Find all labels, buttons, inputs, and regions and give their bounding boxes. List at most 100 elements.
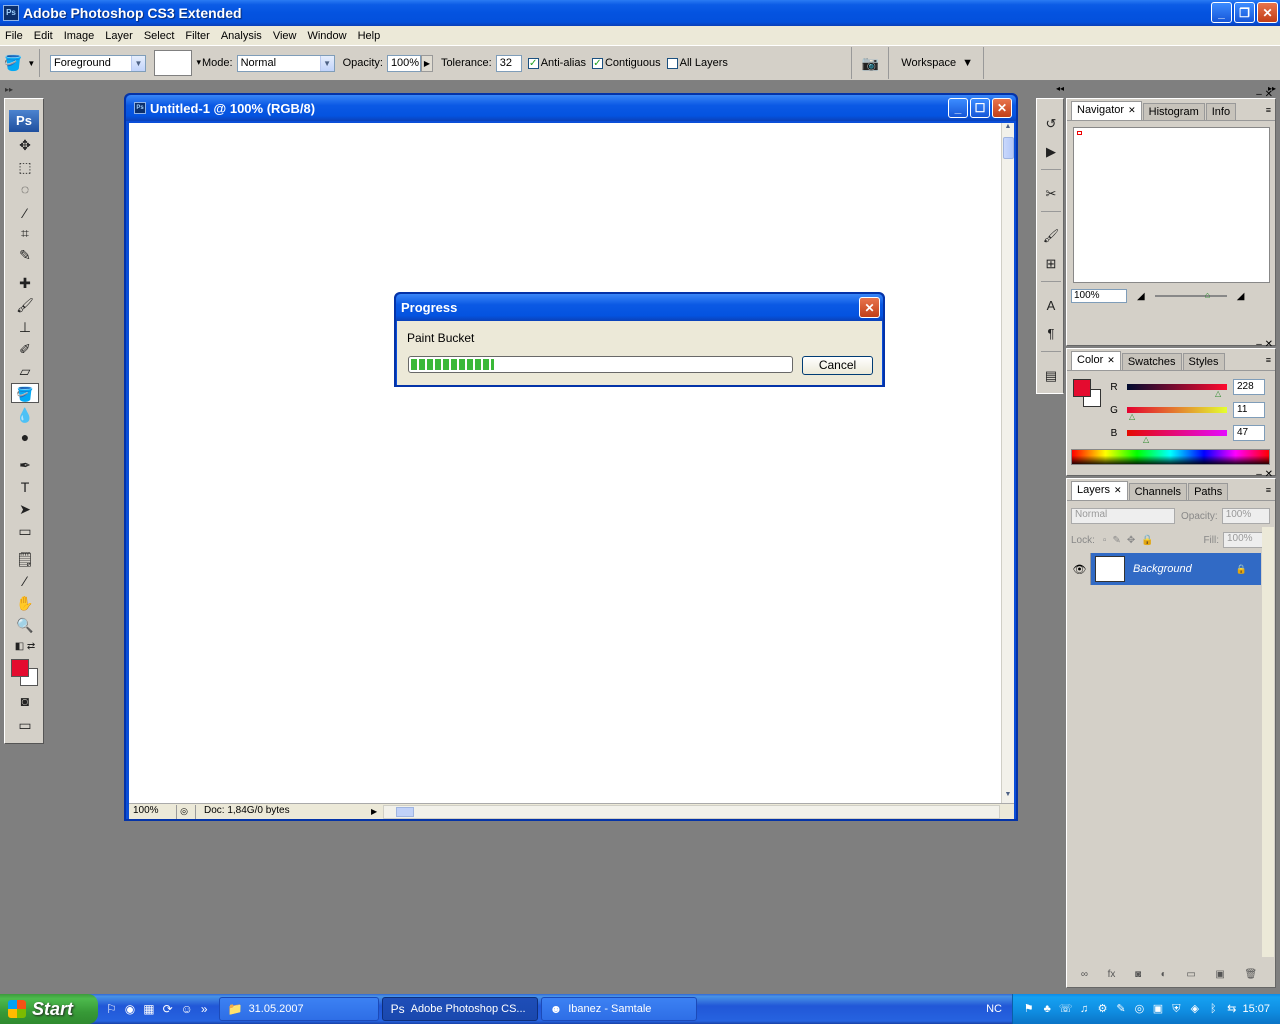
scroll-thumb[interactable] xyxy=(1003,137,1014,159)
panel-menu-icon[interactable]: ≡ xyxy=(1266,355,1271,365)
mode-select[interactable]: Normal ▼ xyxy=(236,54,335,72)
dialog-close-button[interactable]: ✕ xyxy=(859,297,880,318)
pattern-picker[interactable] xyxy=(154,50,201,76)
navigator-preview[interactable] xyxy=(1073,127,1270,283)
scroll-down-icon[interactable]: ▼ xyxy=(1002,791,1014,803)
tray-icon[interactable]: ▣ xyxy=(1150,1001,1165,1017)
slider-knob[interactable]: △ xyxy=(1143,435,1149,444)
magic-wand-tool-icon[interactable]: ⁄ xyxy=(11,203,39,223)
dock-expand-icon[interactable]: ▸▸ xyxy=(1066,84,1276,96)
document-title-bar[interactable]: Ps Untitled-1 @ 100% (RGB/8) _ ☐ ✕ xyxy=(126,95,1016,121)
network-icon[interactable]: ⇆ xyxy=(1224,1001,1239,1017)
dock-collapse-icon[interactable]: ◂◂ xyxy=(1036,84,1064,96)
notes-tool-icon[interactable]: 🗒 xyxy=(11,549,39,569)
app-shortcut-icon[interactable]: ▦ xyxy=(143,1002,154,1016)
hand-tool-icon[interactable]: ✋ xyxy=(11,593,39,613)
zoom-in-icon[interactable]: ◢ xyxy=(1237,291,1245,302)
layer-style-icon[interactable]: fx xyxy=(1108,969,1116,983)
tab-info[interactable]: Info xyxy=(1205,103,1237,120)
panel-close-icon[interactable]: – ✕ xyxy=(1256,89,1273,100)
tray-icon[interactable]: ⚑ xyxy=(1021,1001,1036,1017)
tab-paths[interactable]: Paths xyxy=(1188,483,1229,500)
dodge-tool-icon[interactable]: ● xyxy=(11,427,39,447)
panel-grip-icon[interactable]: ▸▸ xyxy=(5,85,45,97)
tray-icon[interactable]: ◈ xyxy=(1187,1001,1202,1017)
color-foreground-swatch[interactable] xyxy=(1073,379,1091,397)
chevron-right-icon[interactable]: » xyxy=(201,1002,208,1016)
eraser-tool-icon[interactable]: ▱ xyxy=(11,361,39,381)
tab-navigator[interactable]: Navigator ✕ xyxy=(1071,101,1142,120)
menu-view[interactable]: View xyxy=(268,30,303,42)
tray-icon[interactable]: ♣ xyxy=(1039,1001,1054,1017)
menu-edit[interactable]: Edit xyxy=(29,30,59,42)
task-photoshop[interactable]: Ps Adobe Photoshop CS... xyxy=(381,997,538,1021)
slider-knob[interactable]: ⌂ xyxy=(1205,290,1210,300)
view-box[interactable] xyxy=(1077,131,1082,135)
clone-source-icon[interactable]: ⊞ xyxy=(1040,253,1062,275)
task-messenger[interactable]: ☻ Ibanez - Samtale xyxy=(540,997,697,1021)
app-shortcut-icon[interactable]: ⟳ xyxy=(163,1002,173,1016)
history-panel-icon[interactable]: ↺ xyxy=(1040,113,1062,135)
foreground-color-swatch[interactable] xyxy=(11,659,29,677)
bridge-button[interactable]: 📷 xyxy=(851,47,890,79)
tab-color[interactable]: Color ✕ xyxy=(1071,351,1121,370)
lasso-tool-icon[interactable]: ◌ xyxy=(11,179,39,199)
tab-channels[interactable]: Channels xyxy=(1128,483,1188,500)
screen-mode-icon[interactable]: ▭ xyxy=(11,715,39,735)
horizontal-scrollbar[interactable] xyxy=(383,804,1000,819)
opacity-slider-toggle[interactable]: ▶ xyxy=(420,54,433,72)
cancel-button[interactable]: Cancel xyxy=(802,356,873,375)
vertical-scrollbar[interactable]: ▲ ▼ xyxy=(1001,123,1014,803)
doc-maximize-button[interactable]: ☐ xyxy=(970,98,990,118)
start-button[interactable]: Start xyxy=(0,994,98,1024)
character-panel-icon[interactable]: A xyxy=(1040,295,1062,317)
brushes-panel-icon[interactable]: 🖌 xyxy=(1040,225,1062,247)
menu-analysis[interactable]: Analysis xyxy=(216,30,268,42)
canvas[interactable] xyxy=(129,123,1001,803)
link-layers-icon[interactable]: ∞ xyxy=(1081,969,1088,983)
layers-scrollbar[interactable] xyxy=(1262,527,1274,957)
crop-tool-icon[interactable]: ⌗ xyxy=(11,223,39,243)
layer-comps-icon[interactable]: ▤ xyxy=(1040,365,1062,387)
doc-minimize-button[interactable]: _ xyxy=(948,98,968,118)
tolerance-input[interactable]: 32 xyxy=(495,54,522,72)
tray-icon[interactable]: ✎ xyxy=(1113,1001,1128,1017)
menu-help[interactable]: Help xyxy=(353,30,387,42)
brush-tool-icon[interactable]: 🖌 xyxy=(11,295,39,315)
status-menu-arrow-icon[interactable]: ▶ xyxy=(371,807,383,816)
clone-stamp-tool-icon[interactable]: ⊥ xyxy=(11,317,39,337)
tab-layers[interactable]: Layers ✕ xyxy=(1071,481,1128,500)
new-group-icon[interactable]: ▭ xyxy=(1186,969,1195,983)
close-icon[interactable]: ✕ xyxy=(1107,355,1115,365)
zoom-tool-icon[interactable]: 🔍 xyxy=(11,615,39,635)
slider-knob[interactable]: △ xyxy=(1129,412,1135,421)
green-slider[interactable]: △ xyxy=(1127,407,1227,421)
blend-mode-select[interactable]: Normal xyxy=(1071,508,1175,524)
restore-button[interactable]: ❐ xyxy=(1234,2,1255,23)
type-tool-icon[interactable]: T xyxy=(11,477,39,497)
tool-presets-icon[interactable]: ✂ xyxy=(1040,183,1062,205)
navigator-zoom-input[interactable]: 100% xyxy=(1071,289,1127,303)
scroll-up-icon[interactable]: ▲ xyxy=(1002,123,1014,135)
tab-histogram[interactable]: Histogram xyxy=(1142,103,1205,120)
workspace-menu[interactable]: Workspace ▼ xyxy=(889,47,984,79)
path-selection-tool-icon[interactable]: ➤ xyxy=(11,499,39,519)
slice-tool-icon[interactable]: ✎ xyxy=(11,245,39,265)
adjustment-layer-icon[interactable]: ◐ xyxy=(1161,969,1167,983)
blur-tool-icon[interactable]: 💧 xyxy=(11,405,39,425)
quick-mask-icon[interactable]: ◙ xyxy=(11,691,39,711)
dialog-title-bar[interactable]: Progress ✕ xyxy=(396,294,883,321)
layer-opacity-input[interactable]: 100% xyxy=(1221,508,1270,524)
doc-close-button[interactable]: ✕ xyxy=(992,98,1012,118)
shield-icon[interactable]: ⛨ xyxy=(1169,1001,1184,1017)
layer-row[interactable]: 👁 Background 🔒 xyxy=(1069,553,1261,585)
color-spectrum-bar[interactable] xyxy=(1071,449,1270,465)
language-indicator[interactable]: NC xyxy=(986,1003,1002,1015)
layer-mask-icon[interactable]: ◙ xyxy=(1135,969,1141,983)
panel-close-icon[interactable]: – ✕ xyxy=(1256,469,1273,480)
task-folder[interactable]: 📁 31.05.2007 xyxy=(218,997,379,1021)
pen-tool-icon[interactable]: ✒ xyxy=(11,455,39,475)
eye-icon[interactable]: 👁 xyxy=(1069,553,1091,585)
menu-filter[interactable]: Filter xyxy=(180,30,215,42)
navigator-zoom-slider[interactable]: ⌂ xyxy=(1154,290,1227,300)
